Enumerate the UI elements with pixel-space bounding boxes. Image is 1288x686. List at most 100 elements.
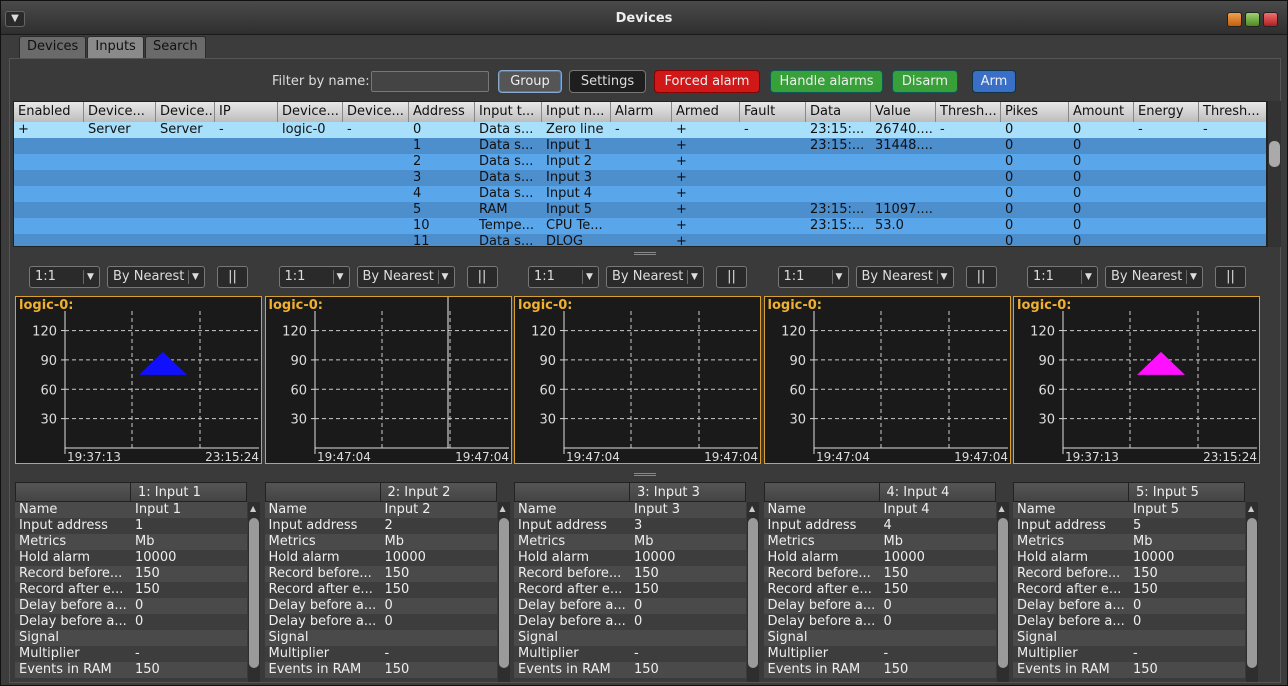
property-row[interactable]: Delay before a... 0 bbox=[15, 614, 247, 630]
forced-alarm-button[interactable]: Forced alarm bbox=[654, 70, 760, 93]
property-scrollbar[interactable]: ▲ bbox=[497, 502, 510, 682]
table-row[interactable]: 11 Data s... DLOG +0 0 bbox=[14, 234, 1266, 246]
table-scrollbar[interactable] bbox=[1267, 101, 1281, 247]
chart-panel[interactable]: 30 60 90 120 19:47:04 19:47:04 logic-0: bbox=[264, 296, 512, 464]
property-row[interactable]: Record before... 150 bbox=[264, 566, 497, 582]
property-row[interactable]: Record after e... 150 bbox=[264, 582, 497, 598]
scale-select[interactable]: 1:1 ▼ bbox=[777, 266, 849, 288]
property-row[interactable]: Metrics Mb bbox=[763, 534, 996, 550]
property-value[interactable]: 150 bbox=[135, 662, 160, 677]
property-row[interactable]: Multiplier - bbox=[763, 646, 996, 662]
mode-select[interactable]: By Nearest ▼ bbox=[606, 266, 704, 288]
column-header[interactable]: Energy bbox=[1134, 102, 1199, 122]
property-value[interactable]: 2 bbox=[385, 518, 393, 533]
scale-select[interactable]: 1:1 ▼ bbox=[278, 266, 350, 288]
column-header[interactable]: IP bbox=[215, 102, 278, 122]
property-row[interactable]: Input address 3 bbox=[514, 518, 746, 534]
column-header[interactable]: Device... bbox=[343, 102, 409, 122]
column-header[interactable]: Address bbox=[409, 102, 475, 122]
property-row[interactable]: Metrics Mb bbox=[15, 534, 247, 550]
property-row[interactable]: Multiplier - bbox=[514, 646, 746, 662]
tab-search[interactable]: Search bbox=[144, 36, 206, 58]
property-value[interactable]: - bbox=[634, 646, 639, 661]
property-row[interactable]: Metrics Mb bbox=[514, 534, 746, 550]
table-row[interactable]: + Server Server - logic-0 - 0 Data s... Zero lin… bbox=[14, 122, 1266, 138]
property-value[interactable]: 0 bbox=[634, 614, 642, 629]
column-header[interactable]: Amount bbox=[1069, 102, 1134, 122]
column-header[interactable]: Thresh... bbox=[1199, 102, 1266, 122]
arm-button[interactable]: Arm bbox=[972, 70, 1016, 93]
scrollbar-thumb[interactable] bbox=[498, 518, 509, 668]
scale-select[interactable]: 1:1 ▼ bbox=[528, 266, 599, 288]
property-row[interactable]: Delay before a... 0 bbox=[1013, 614, 1245, 630]
table-row[interactable]: 3 Data s... Input 3 +0 0 bbox=[14, 170, 1266, 186]
property-row[interactable]: Events in RAM 150 bbox=[763, 662, 996, 678]
pause-button[interactable]: || bbox=[217, 266, 248, 288]
tab-inputs[interactable]: Inputs bbox=[87, 36, 144, 58]
scroll-up-icon[interactable]: ▲ bbox=[749, 504, 755, 513]
property-value[interactable]: 0 bbox=[1133, 598, 1141, 613]
property-row[interactable]: Hold alarm 10000 bbox=[514, 550, 746, 566]
column-header[interactable]: Device... bbox=[84, 102, 156, 122]
property-row[interactable]: Metrics Mb bbox=[1013, 534, 1245, 550]
property-value[interactable]: 10000 bbox=[1133, 550, 1174, 565]
property-row[interactable]: Signal bbox=[15, 630, 247, 646]
property-value[interactable]: 150 bbox=[634, 582, 659, 597]
property-row[interactable]: Events in RAM 150 bbox=[1013, 662, 1245, 678]
property-value[interactable]: 150 bbox=[1133, 582, 1158, 597]
property-row[interactable]: Input address 1 bbox=[15, 518, 247, 534]
property-value[interactable]: Input 1 bbox=[135, 502, 181, 517]
scroll-up-icon[interactable]: ▲ bbox=[999, 504, 1005, 513]
scroll-up-icon[interactable]: ▲ bbox=[250, 504, 256, 513]
title-bar[interactable]: ▼ Devices bbox=[1, 1, 1287, 35]
splitter-grip[interactable] bbox=[634, 473, 656, 476]
property-value[interactable]: 150 bbox=[634, 662, 659, 677]
table-row[interactable]: 2 Data s... Input 2 +0 0 bbox=[14, 154, 1266, 170]
scale-select[interactable]: 1:1 ▼ bbox=[29, 266, 100, 288]
property-row[interactable]: Signal bbox=[1013, 630, 1245, 646]
property-row[interactable]: Events in RAM 150 bbox=[264, 662, 497, 678]
property-value[interactable]: Input 5 bbox=[1133, 502, 1179, 517]
property-row[interactable]: Hold alarm 10000 bbox=[15, 550, 247, 566]
chart-panel[interactable]: 30 60 90 120 19:37:13 23:15:24 logic-0: bbox=[15, 296, 262, 464]
property-value[interactable]: 0 bbox=[634, 598, 642, 613]
column-header[interactable]: Enabled bbox=[14, 102, 84, 122]
property-row[interactable]: Signal bbox=[514, 630, 746, 646]
property-value[interactable]: 150 bbox=[1133, 566, 1158, 581]
group-button[interactable]: Group bbox=[498, 70, 562, 93]
property-value[interactable]: 10000 bbox=[634, 550, 675, 565]
handle-alarms-button[interactable]: Handle alarms bbox=[770, 70, 883, 93]
chart-panel[interactable]: 30 60 90 120 19:47:04 19:47:04 logic-0: bbox=[763, 296, 1011, 464]
property-value[interactable]: - bbox=[1133, 646, 1138, 661]
column-header[interactable]: Pikes bbox=[1001, 102, 1069, 122]
property-value[interactable]: 0 bbox=[135, 614, 143, 629]
property-row[interactable]: Input address 4 bbox=[763, 518, 996, 534]
property-row[interactable]: Record before... 150 bbox=[514, 566, 746, 582]
property-value[interactable]: 10000 bbox=[884, 550, 925, 565]
property-value[interactable]: 150 bbox=[385, 662, 410, 677]
chart-panel[interactable]: 30 60 90 120 19:47:04 19:47:04 logic-0: bbox=[514, 296, 761, 464]
table-row[interactable]: 5 RAM Input 5 +23:15:... 11097.... 0 0 bbox=[14, 202, 1266, 218]
property-row[interactable]: Signal bbox=[264, 630, 497, 646]
column-header[interactable]: Value bbox=[871, 102, 936, 122]
property-row[interactable]: Name Input 3 bbox=[514, 502, 746, 518]
column-header[interactable]: Fault bbox=[740, 102, 806, 122]
property-scrollbar[interactable]: ▲ bbox=[248, 502, 260, 682]
close-button[interactable] bbox=[1263, 12, 1278, 27]
scrollbar-thumb[interactable] bbox=[1247, 518, 1257, 668]
property-value[interactable]: Input 2 bbox=[385, 502, 431, 517]
table-row[interactable]: 10 Tempe... CPU Te... +23:15:... 53.0 0 0 bbox=[14, 218, 1266, 234]
property-value[interactable]: 150 bbox=[884, 566, 909, 581]
column-header[interactable]: Alarm bbox=[611, 102, 672, 122]
property-value[interactable]: 150 bbox=[135, 566, 160, 581]
property-row[interactable]: Record after e... 150 bbox=[514, 582, 746, 598]
property-value[interactable]: 150 bbox=[634, 566, 659, 581]
property-row[interactable]: Metrics Mb bbox=[264, 534, 497, 550]
property-value[interactable]: 10000 bbox=[385, 550, 426, 565]
property-value[interactable]: - bbox=[385, 646, 390, 661]
property-value[interactable]: 0 bbox=[884, 598, 892, 613]
property-row[interactable]: Hold alarm 10000 bbox=[264, 550, 497, 566]
property-value[interactable]: 0 bbox=[884, 614, 892, 629]
property-row[interactable]: Delay before a... 0 bbox=[514, 614, 746, 630]
maximize-button[interactable] bbox=[1245, 12, 1260, 27]
